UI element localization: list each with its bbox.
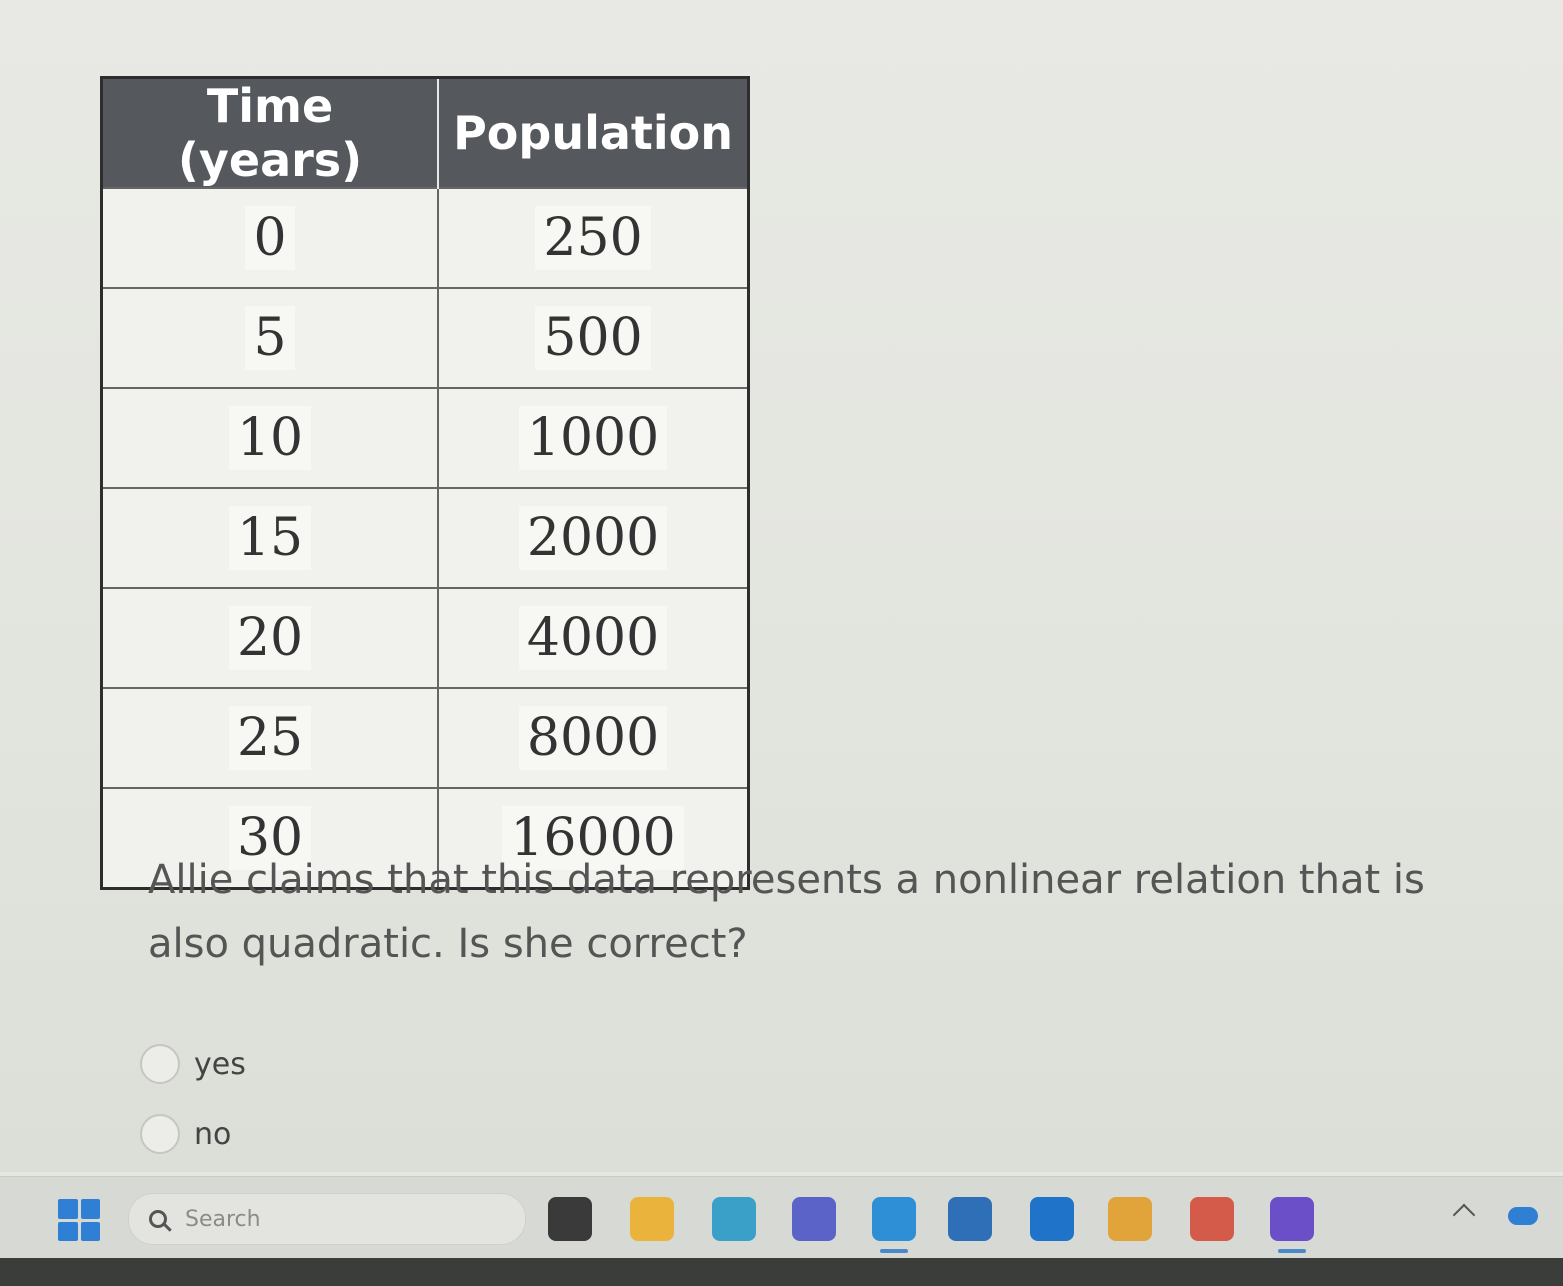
outlook-icon[interactable]	[1030, 1197, 1074, 1241]
search-icon	[149, 1210, 167, 1228]
time-value: 10	[228, 406, 312, 470]
time-value: 15	[228, 506, 312, 570]
taskbar: Search	[0, 1176, 1563, 1259]
cell-population: 2000	[437, 487, 750, 589]
cell-time: 0	[100, 187, 440, 289]
time-value: 20	[228, 606, 312, 670]
radio-yes[interactable]	[140, 1044, 180, 1084]
radio-no[interactable]	[140, 1114, 180, 1154]
population-value: 1000	[518, 406, 668, 470]
table-header-row: Time (years) Population	[101, 77, 749, 188]
population-value: 8000	[518, 706, 668, 770]
start-tile	[80, 1199, 100, 1219]
quiz-page: Time (years) Population 0 250 5 500 10 1…	[0, 0, 1563, 1172]
question-card: Time (years) Population 0 250 5 500 10 1…	[90, 60, 1490, 1154]
cell-population: 500	[437, 287, 750, 389]
population-value: 250	[535, 206, 651, 270]
teams-icon[interactable]	[792, 1197, 836, 1241]
start-tile	[58, 1199, 78, 1219]
option-yes[interactable]: yes	[140, 1042, 246, 1086]
table-row: 5 500	[100, 287, 750, 389]
cell-time: 10	[100, 387, 440, 489]
table-row: 20 4000	[100, 587, 750, 689]
data-table: Time (years) Population 0 250 5 500 10 1…	[100, 76, 750, 890]
option-yes-label: yes	[194, 1046, 246, 1082]
cell-time: 20	[100, 587, 440, 689]
task-view-icon[interactable]	[548, 1197, 592, 1241]
cell-time: 5	[100, 287, 440, 389]
time-value: 0	[245, 206, 295, 270]
chrome-profile-icon[interactable]	[1190, 1197, 1234, 1241]
chevron-up-icon[interactable]	[1452, 1203, 1476, 1227]
cell-population: 1000	[437, 387, 750, 489]
population-value: 2000	[518, 506, 668, 570]
start-tile	[80, 1221, 100, 1241]
table-row: 10 1000	[100, 387, 750, 489]
table-row: 25 8000	[100, 687, 750, 789]
start-tile	[58, 1221, 78, 1241]
time-value: 5	[245, 306, 295, 370]
edge-icon[interactable]	[872, 1197, 916, 1253]
cell-population: 4000	[437, 587, 750, 689]
time-value: 25	[228, 706, 312, 770]
taskbar-search[interactable]: Search	[128, 1193, 526, 1245]
whiteboard-icon[interactable]	[1270, 1197, 1314, 1253]
microsoft-store-icon[interactable]	[948, 1197, 992, 1241]
option-no-label: no	[194, 1116, 232, 1152]
search-placeholder: Search	[185, 1206, 261, 1232]
population-value: 500	[535, 306, 651, 370]
header-time: Time (years)	[101, 77, 440, 188]
screen-bezel	[0, 1258, 1563, 1286]
cell-time: 15	[100, 487, 440, 589]
onedrive-icon[interactable]	[1508, 1207, 1538, 1225]
copilot-icon[interactable]	[712, 1197, 756, 1241]
chrome-icon[interactable]	[1108, 1197, 1152, 1241]
table-row: 15 2000	[100, 487, 750, 589]
cell-population: 8000	[437, 687, 750, 789]
table-row: 0 250	[100, 187, 750, 289]
header-population: Population	[438, 77, 749, 188]
active-indicator	[1278, 1249, 1306, 1253]
cell-time: 25	[100, 687, 440, 789]
population-value: 4000	[518, 606, 668, 670]
option-no[interactable]: no	[140, 1112, 231, 1156]
active-indicator	[880, 1249, 908, 1253]
file-explorer-icon[interactable]	[630, 1197, 674, 1241]
windows-start-icon[interactable]	[58, 1199, 100, 1241]
question-prompt: Allie claims that this data represents a…	[148, 857, 1425, 967]
cell-population: 250	[437, 187, 750, 289]
